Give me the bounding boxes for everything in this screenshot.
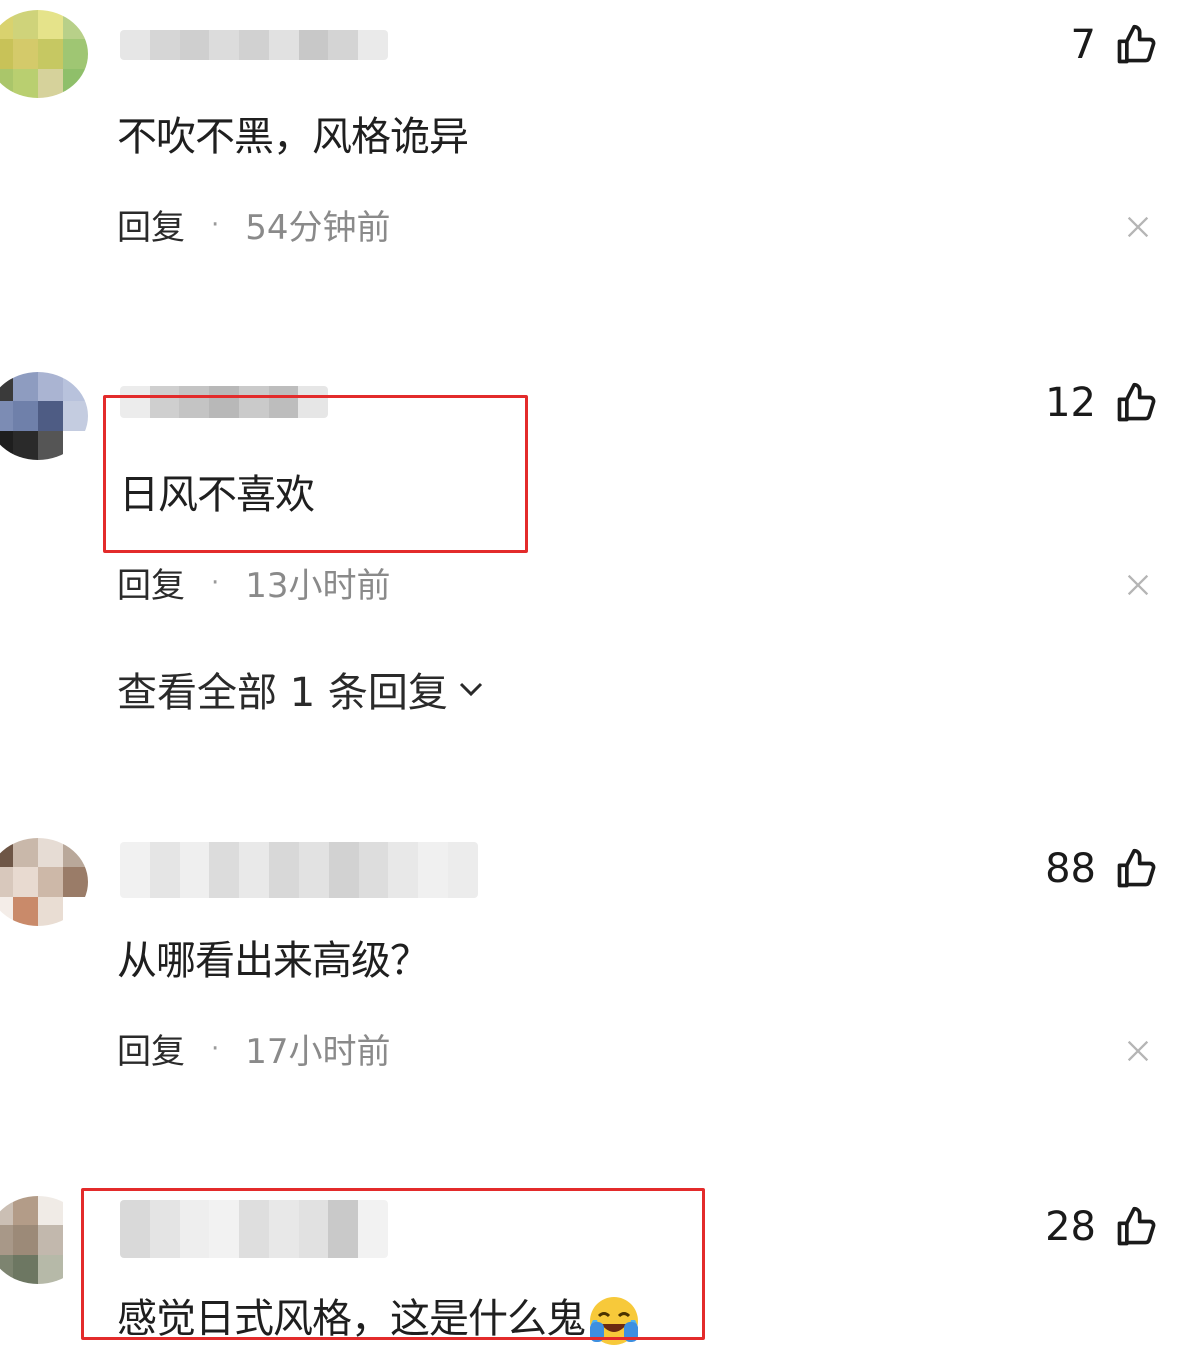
like-control[interactable]: 7 (1071, 22, 1158, 68)
like-count: 28 (1045, 1204, 1096, 1250)
comment-time: 17小时前 (245, 1032, 391, 1072)
close-icon[interactable] (1124, 571, 1152, 599)
comment-meta: 回复 · 54分钟前 (117, 200, 391, 249)
avatar[interactable] (0, 838, 88, 926)
reply-button[interactable]: 回复 (117, 558, 185, 607)
reply-button[interactable]: 回复 (117, 200, 185, 249)
avatar[interactable] (0, 10, 88, 98)
view-all-replies-label: 查看全部 1 条回复 (117, 670, 448, 716)
view-all-replies-link[interactable]: 查看全部 1 条回复 (117, 660, 486, 718)
close-icon[interactable] (1124, 1037, 1152, 1065)
like-control[interactable]: 12 (1045, 380, 1158, 426)
meta-separator: · (211, 567, 220, 598)
chevron-down-icon (459, 682, 482, 697)
highlight-box (103, 395, 528, 553)
thumbs-up-icon[interactable] (1114, 847, 1158, 891)
avatar[interactable] (0, 372, 88, 460)
close-icon[interactable] (1124, 213, 1152, 241)
like-count: 7 (1070, 22, 1096, 68)
like-control[interactable]: 88 (1045, 846, 1158, 892)
thumbs-up-icon[interactable] (1114, 1205, 1158, 1249)
thumbs-up-icon[interactable] (1114, 381, 1158, 425)
like-count: 88 (1045, 846, 1096, 892)
reply-button[interactable]: 回复 (117, 1024, 185, 1073)
avatar[interactable] (0, 1196, 88, 1284)
meta-separator: · (211, 1033, 220, 1064)
highlight-box (81, 1188, 705, 1340)
username-blurred[interactable] (120, 842, 478, 898)
comment-meta: 回复 · 17小时前 (117, 1024, 391, 1073)
username-blurred[interactable] (120, 30, 388, 60)
like-control[interactable]: 28 (1045, 1204, 1158, 1250)
comment-text: 不吹不黑，风格诡异 (117, 114, 469, 160)
meta-separator: · (211, 209, 220, 240)
comment-text: 从哪看出来高级？ (117, 938, 430, 984)
like-count: 12 (1045, 380, 1096, 426)
thumbs-up-icon[interactable] (1114, 23, 1158, 67)
comment-time: 54分钟前 (245, 208, 391, 248)
comment-meta: 回复 · 13小时前 (117, 558, 391, 607)
comment-time: 13小时前 (245, 566, 391, 606)
